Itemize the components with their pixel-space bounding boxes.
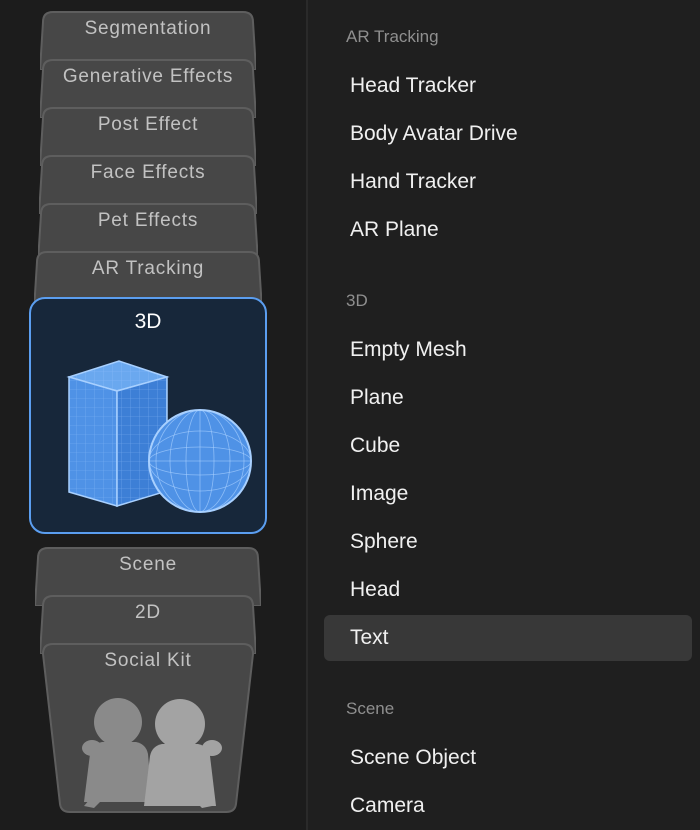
category-segmentation-label: Segmentation <box>84 18 212 39</box>
category-post-effect-label: Post Effect <box>97 114 199 135</box>
people-icon <box>82 698 222 808</box>
menu-item-body-avatar-drive[interactable]: Body Avatar Drive <box>324 111 692 157</box>
menu-item-camera[interactable]: Camera <box>324 783 692 829</box>
category-scene-label: Scene <box>119 554 177 575</box>
menu-item-cube[interactable]: Cube <box>324 423 692 469</box>
menu-item-ar-plane[interactable]: AR Plane <box>324 207 692 253</box>
category-face-effects-label: Face Effects <box>90 162 206 183</box>
menu-item-image[interactable]: Image <box>324 471 692 517</box>
category-generative-effects-label: Generative Effects <box>62 66 234 87</box>
menu-item-text[interactable]: Text <box>324 615 692 661</box>
category-3d-selected[interactable]: 3D <box>29 297 267 534</box>
cube-and-sphere-icon <box>66 360 252 513</box>
object-menu-panel: AR Tracking Head Tracker Body Avatar Dri… <box>308 0 700 830</box>
section-header-scene: Scene <box>346 699 395 718</box>
section-header-3d: 3D <box>346 291 368 310</box>
section-header-ar-tracking: AR Tracking <box>346 27 439 46</box>
menu-item-head[interactable]: Head <box>324 567 692 613</box>
menu-item-scene-object[interactable]: Scene Object <box>324 735 692 781</box>
category-pet-effects-label: Pet Effects <box>97 210 199 231</box>
menu-item-sphere[interactable]: Sphere <box>324 519 692 565</box>
menu-item-plane[interactable]: Plane <box>324 375 692 421</box>
menu-item-hand-tracker[interactable]: Hand Tracker <box>324 159 692 205</box>
menu-item-empty-mesh[interactable]: Empty Mesh <box>324 327 692 373</box>
menu-item-head-tracker[interactable]: Head Tracker <box>324 63 692 109</box>
category-ar-tracking-label: AR Tracking <box>91 258 205 279</box>
category-2d-label: 2D <box>135 602 161 623</box>
category-panel: Segmentation Generative Effects Post Eff… <box>0 0 306 830</box>
category-social-kit[interactable]: Social Kit <box>40 642 256 814</box>
